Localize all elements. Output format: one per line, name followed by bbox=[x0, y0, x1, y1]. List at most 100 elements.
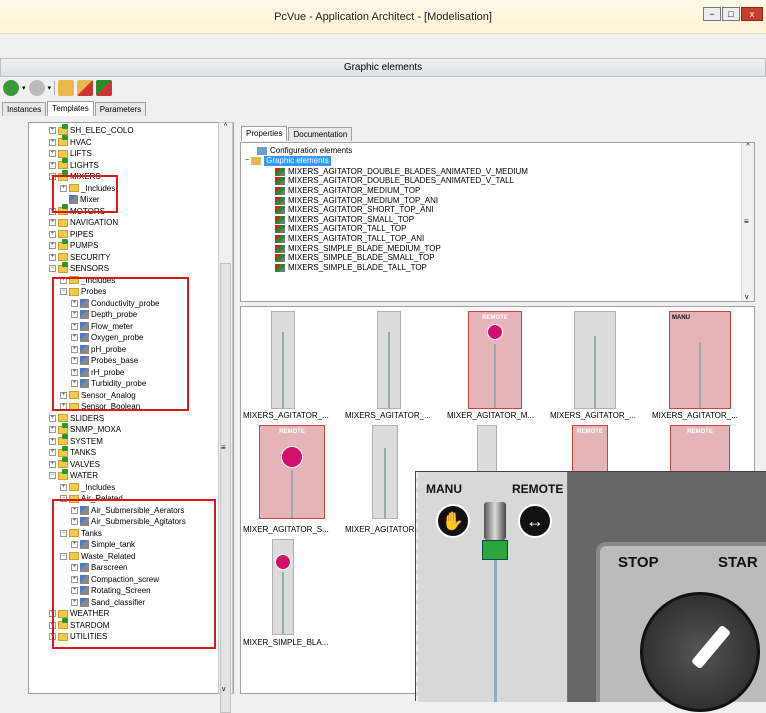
dropdown-arrow-icon[interactable]: ▾ bbox=[22, 84, 26, 92]
expand-icon[interactable]: + bbox=[49, 161, 56, 169]
minimize-button[interactable]: − bbox=[703, 7, 721, 21]
tree-scrollbar[interactable]: ^ ≡ v bbox=[218, 122, 233, 713]
graphic-element-row[interactable]: MIXERS_SIMPLE_BLADE_SMALL_TOP bbox=[275, 253, 435, 263]
expand-icon[interactable]: + bbox=[49, 449, 56, 456]
tree-node-label: PIPES bbox=[70, 229, 94, 239]
tree-node[interactable]: + TANKS bbox=[49, 445, 96, 458]
back-icon[interactable] bbox=[3, 80, 19, 96]
shaft bbox=[699, 342, 701, 408]
expand-icon[interactable]: + bbox=[49, 150, 56, 157]
scroll-down-arrow-icon[interactable]: v bbox=[745, 294, 749, 301]
scroll-up-arrow-icon[interactable]: ^ bbox=[742, 143, 754, 150]
graphic-element-label: MIXERS_SIMPLE_BLADE_MEDIUM_TOP bbox=[288, 243, 441, 253]
graphic-element-row[interactable]: MIXERS_AGITATOR_DOUBLE_BLADES_ANIMATED_V… bbox=[275, 167, 528, 177]
thumbnail-5[interactable]: MANU bbox=[669, 311, 731, 409]
stop-label: STOP bbox=[618, 554, 659, 571]
thumbnail-caption: MIXER_AGITATOR bbox=[345, 525, 415, 534]
tab-templates[interactable]: Templates bbox=[47, 101, 94, 116]
thumbnail-2[interactable] bbox=[377, 311, 401, 409]
tree-node-label: SYSTEM bbox=[70, 436, 103, 446]
selector-knob-icon bbox=[640, 592, 760, 712]
tree-node[interactable]: + LIGHTS bbox=[49, 158, 99, 171]
tree-node-label: _Includes bbox=[81, 482, 116, 492]
expand-icon[interactable]: + bbox=[49, 138, 56, 146]
tree-node[interactable]: + HVAC bbox=[49, 135, 92, 148]
thumbnail-caption: MIXER_SIMPLE_BLA... bbox=[243, 638, 329, 647]
graphic-element-row[interactable]: MIXERS_SIMPLE_BLADE_MEDIUM_TOP bbox=[275, 244, 441, 254]
mixer-element-icon bbox=[275, 186, 285, 195]
scroll-down-arrow-icon[interactable]: v bbox=[222, 686, 226, 693]
expand-icon[interactable]: + bbox=[60, 483, 67, 491]
scroll-thumb[interactable] bbox=[220, 263, 231, 713]
mixer-element-icon bbox=[275, 206, 285, 215]
tree-node[interactable]: + SECURITY bbox=[49, 252, 110, 263]
expand-icon[interactable]: + bbox=[49, 426, 56, 433]
tree-node[interactable]: − WATER bbox=[49, 468, 98, 481]
graphic-element-row[interactable]: MIXERS_AGITATOR_DOUBLE_BLADES_ANIMATED_V… bbox=[275, 176, 514, 187]
forward-icon[interactable] bbox=[28, 80, 45, 96]
graphic-element-row[interactable]: MIXERS_AGITATOR_TALL_TOP bbox=[275, 224, 406, 235]
add-element-icon[interactable] bbox=[96, 80, 113, 96]
expand-icon[interactable]: + bbox=[49, 242, 56, 249]
folder-icon[interactable] bbox=[58, 80, 75, 96]
tree-node[interactable]: − SENSORS bbox=[49, 261, 109, 274]
properties-scrollbar[interactable]: ^ ≡ v bbox=[741, 143, 754, 301]
scroll-up-arrow-icon[interactable]: ^ bbox=[219, 123, 232, 130]
window-controls: − □ x bbox=[702, 7, 763, 21]
graphic-element-row[interactable]: MIXERS_AGITATOR_TALL_TOP_ANI bbox=[275, 234, 424, 244]
folder-icon bbox=[58, 135, 68, 146]
graphic-element-row[interactable]: MIXERS_AGITATOR_MEDIUM_TOP_ANI bbox=[275, 196, 438, 206]
expand-icon[interactable]: + bbox=[49, 437, 56, 445]
tab-documentation[interactable]: Documentation bbox=[288, 127, 353, 141]
expand-icon[interactable]: + bbox=[49, 253, 56, 261]
tab-parameters[interactable]: Parameters bbox=[94, 102, 147, 116]
scroll-grip-icon: ≡ bbox=[221, 443, 226, 452]
tree-node[interactable]: + SYSTEM bbox=[49, 434, 103, 447]
tree-node[interactable]: + _Includes bbox=[60, 482, 115, 493]
graphic-elements-row[interactable]: − Graphic elements bbox=[245, 155, 331, 166]
edit-element-icon[interactable] bbox=[77, 80, 94, 96]
expand-icon[interactable]: + bbox=[49, 127, 56, 134]
expand-icon[interactable]: + bbox=[49, 219, 56, 226]
close-button[interactable]: x bbox=[741, 7, 763, 21]
tree-node[interactable]: + VALVES bbox=[49, 457, 100, 470]
tree-node[interactable]: + PIPES bbox=[49, 229, 94, 240]
tab-properties[interactable]: Properties bbox=[241, 126, 288, 141]
tree-node[interactable]: + PUMPS bbox=[49, 238, 98, 251]
tree-node-label: WATER bbox=[70, 471, 98, 480]
folder-icon bbox=[58, 414, 68, 422]
thumbnail-4[interactable] bbox=[574, 311, 616, 409]
expand-icon[interactable]: + bbox=[49, 460, 56, 468]
graphic-elements-label: Graphic elements bbox=[264, 155, 331, 166]
thumbnail-7[interactable] bbox=[372, 425, 398, 519]
graphic-element-row[interactable]: MIXERS_AGITATOR_MEDIUM_TOP bbox=[275, 186, 420, 196]
properties-list[interactable]: Configuration elements − Graphic elements… bbox=[240, 142, 755, 302]
expand-icon[interactable]: + bbox=[49, 230, 56, 238]
thumbnail-3[interactable]: REMOTE bbox=[468, 311, 522, 409]
collapse-icon[interactable]: − bbox=[49, 265, 56, 272]
collapse-icon: − bbox=[245, 156, 250, 164]
thumbnail-6[interactable]: REMOTE bbox=[259, 425, 325, 519]
maximize-button[interactable]: □ bbox=[722, 7, 740, 21]
thumbnail-8[interactable] bbox=[477, 425, 497, 475]
graphic-element-row[interactable]: MIXERS_AGITATOR_SHORT_TOP_ANI bbox=[275, 205, 434, 215]
thumbnail-10[interactable]: REMOTE bbox=[670, 425, 730, 475]
thumbnail-11[interactable] bbox=[272, 539, 294, 635]
tree-node-label: HVAC bbox=[70, 137, 92, 147]
collapse-icon[interactable]: − bbox=[49, 472, 56, 479]
expand-icon[interactable]: + bbox=[49, 414, 56, 422]
tree-node[interactable]: + NAVIGATION bbox=[49, 217, 118, 228]
tree-node[interactable]: + SLIDERS bbox=[49, 413, 104, 424]
tree-node[interactable]: + SNMP_MOXA bbox=[49, 422, 121, 435]
graphic-element-label: MIXERS_AGITATOR_DOUBLE_BLADES_ANIMATED_V… bbox=[288, 166, 528, 176]
graphic-element-row[interactable]: MIXERS_SIMPLE_BLADE_TALL_TOP bbox=[275, 263, 427, 273]
graphic-element-row[interactable]: MIXERS_AGITATOR_SMALL_TOP bbox=[275, 215, 414, 225]
config-elements-row[interactable]: Configuration elements bbox=[257, 146, 352, 156]
thumbnail-1[interactable] bbox=[271, 311, 295, 409]
dropdown-arrow-icon[interactable]: ▾ bbox=[48, 84, 52, 92]
tab-instances[interactable]: Instances bbox=[2, 102, 47, 116]
tree-node[interactable]: + LIFTS bbox=[49, 148, 92, 159]
thumbnail-9[interactable]: REMOTE bbox=[572, 425, 608, 475]
scroll-grip-icon: ≡ bbox=[744, 217, 749, 226]
toolbar: ▾ ▾ bbox=[0, 77, 766, 99]
